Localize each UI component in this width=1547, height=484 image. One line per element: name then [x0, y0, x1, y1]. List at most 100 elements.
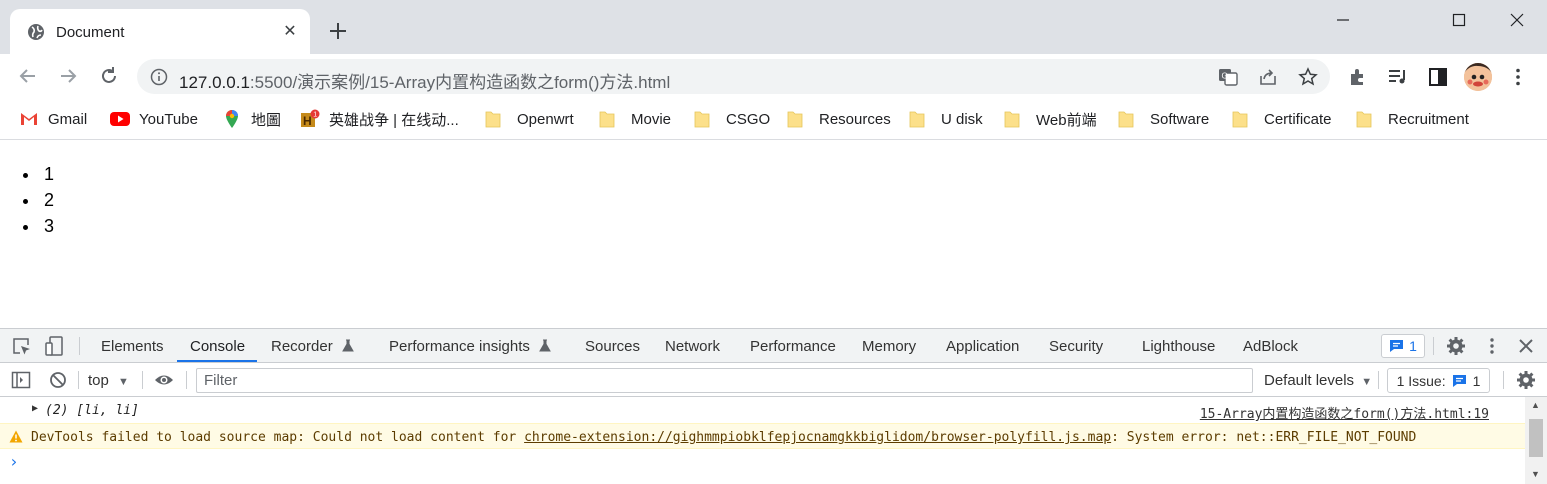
- bookmark-folder-movie[interactable]: Movie: [599, 107, 671, 131]
- bookmark-folder-certificate[interactable]: Certificate: [1232, 107, 1332, 131]
- folder-icon: [1232, 111, 1248, 128]
- bookmark-folder-csgo[interactable]: CSGO: [694, 107, 770, 131]
- tab-sources[interactable]: Sources: [585, 338, 640, 355]
- browser-toolbar: 127.0.0.1:5500/演示案例/15-Array内置构造函数之form(…: [0, 54, 1547, 100]
- share-icon[interactable]: [1258, 67, 1278, 87]
- tab-elements[interactable]: Elements: [101, 338, 164, 355]
- bookmark-label: Resources: [819, 110, 891, 128]
- close-devtools-icon[interactable]: [1516, 336, 1536, 356]
- separator: [142, 371, 143, 389]
- warning-link[interactable]: chrome-extension://gighmmpiobklfepjocnam…: [524, 430, 1111, 445]
- maximize-icon[interactable]: [1444, 8, 1474, 32]
- bookmark-gmail[interactable]: Gmail: [19, 107, 87, 131]
- tab-console[interactable]: Console: [190, 338, 245, 355]
- tab-performance-insights[interactable]: Performance insights: [389, 338, 551, 355]
- browser-tab[interactable]: Document ✕: [10, 9, 310, 54]
- separator: [78, 371, 79, 389]
- bookmark-maps[interactable]: 地圖: [222, 107, 281, 131]
- address-bar[interactable]: 127.0.0.1:5500/演示案例/15-Array内置构造函数之form(…: [137, 59, 1330, 94]
- issues-count: 1: [1409, 338, 1417, 354]
- avatar-icon: [1464, 63, 1492, 91]
- tab-performance[interactable]: Performance: [750, 338, 836, 355]
- bookmark-youtube[interactable]: YouTube: [110, 107, 198, 131]
- gmail-icon: [21, 113, 37, 125]
- tab-recorder[interactable]: Recorder: [271, 338, 354, 355]
- console-scrollbar[interactable]: ▲ ▼: [1525, 397, 1547, 484]
- game-icon: H 1: [301, 109, 320, 128]
- eye-icon[interactable]: [154, 370, 174, 390]
- globe-icon: [28, 24, 44, 40]
- bookmark-label: YouTube: [139, 110, 198, 128]
- console-output: ▶ (2) [li, li] 15-Array内置构造函数之form()方法.h…: [0, 397, 1525, 484]
- scroll-thumb[interactable]: [1529, 419, 1543, 457]
- clear-console-icon[interactable]: [48, 370, 68, 390]
- bookmark-folder-resources[interactable]: Resources: [787, 107, 891, 131]
- url-host: 127.0.0.1: [179, 73, 250, 92]
- extensions-icon[interactable]: [1347, 66, 1369, 88]
- scroll-up-icon[interactable]: ▲: [1531, 400, 1540, 410]
- separator: [186, 371, 187, 389]
- forward-icon[interactable]: [57, 65, 79, 87]
- bookmark-folder-software[interactable]: Software: [1118, 107, 1209, 131]
- tab-application[interactable]: Application: [946, 338, 1019, 355]
- close-window-icon[interactable]: [1502, 8, 1532, 32]
- log-levels-dropdown[interactable]: Default levels ▼: [1264, 372, 1372, 389]
- bookmark-folder-recruitment[interactable]: Recruitment: [1356, 107, 1469, 131]
- tab-network[interactable]: Network: [665, 338, 720, 355]
- more-options-icon[interactable]: [1482, 336, 1502, 356]
- profile-avatar[interactable]: [1464, 63, 1492, 91]
- settings-gear-icon[interactable]: [1446, 336, 1466, 356]
- console-toolbar: top ▼ Default levels ▼ 1 Issue: 1: [0, 363, 1547, 397]
- tab-security[interactable]: Security: [1049, 338, 1103, 355]
- folder-icon: [1356, 111, 1372, 128]
- translate-icon[interactable]: G: [1218, 67, 1238, 87]
- device-toolbar-icon[interactable]: [45, 336, 65, 356]
- filter-input[interactable]: [197, 369, 1252, 392]
- back-icon[interactable]: [17, 65, 39, 87]
- expand-triangle-icon[interactable]: ▶: [32, 403, 38, 414]
- tab-close-icon[interactable]: ✕: [280, 22, 300, 42]
- inspect-element-icon[interactable]: [12, 337, 32, 357]
- side-panel-icon[interactable]: [1427, 66, 1449, 88]
- reload-icon[interactable]: [98, 65, 120, 87]
- bookmark-game[interactable]: H 1 英雄战争 | 在线动...: [300, 107, 459, 131]
- scroll-down-icon[interactable]: ▼: [1531, 469, 1540, 479]
- filter-input-box[interactable]: [196, 368, 1253, 393]
- new-tab-icon[interactable]: [326, 19, 350, 43]
- console-settings-icon[interactable]: [1516, 370, 1536, 390]
- chevron-down-icon: ▼: [1361, 376, 1373, 388]
- context-selector[interactable]: top ▼: [88, 372, 129, 389]
- console-log-row[interactable]: ▶ (2) [li, li] 15-Array内置构造函数之form()方法.h…: [0, 397, 1525, 423]
- flask-icon: [342, 339, 354, 352]
- bookmark-label: 地圖: [251, 111, 282, 129]
- issues-button[interactable]: 1 Issue: 1: [1387, 368, 1490, 393]
- message-icon: [1390, 340, 1404, 352]
- tab-lighthouse[interactable]: Lighthouse: [1142, 338, 1215, 355]
- bookmark-label: Gmail: [48, 110, 88, 128]
- warning-prefix: DevTools failed to load source map: Coul…: [31, 430, 525, 445]
- tab-memory[interactable]: Memory: [862, 338, 916, 355]
- url-text[interactable]: 127.0.0.1:5500/演示案例/15-Array内置构造函数之form(…: [179, 68, 670, 93]
- bookmark-star-icon[interactable]: [1298, 67, 1318, 87]
- folder-icon: [1118, 111, 1134, 128]
- bookmark-label: Certificate: [1264, 110, 1332, 128]
- media-queue-icon[interactable]: [1387, 66, 1409, 88]
- bookmark-folder-web[interactable]: Web前端: [1004, 107, 1097, 131]
- tab-adblock[interactable]: AdBlock: [1243, 338, 1298, 355]
- maps-icon: [226, 110, 238, 128]
- info-icon[interactable]: [150, 68, 168, 86]
- issues-badge[interactable]: 1: [1381, 334, 1425, 358]
- log-source-link[interactable]: 15-Array内置构造函数之form()方法.html:19: [1200, 403, 1489, 422]
- flask-icon: [539, 339, 551, 352]
- folder-icon: [694, 111, 710, 128]
- warning-message: DevTools failed to load source map: Coul…: [31, 430, 1416, 445]
- console-prompt[interactable]: ›: [9, 452, 19, 471]
- sidebar-toggle-icon[interactable]: [11, 370, 31, 390]
- minimize-icon[interactable]: [1328, 8, 1358, 32]
- bookmark-label: CSGO: [726, 110, 771, 128]
- list-item: 3: [40, 213, 54, 239]
- bookmark-label: Software: [1150, 110, 1210, 128]
- bookmark-folder-udisk[interactable]: U disk: [909, 107, 983, 131]
- bookmark-folder-openwrt[interactable]: Openwrt: [485, 107, 574, 131]
- menu-dots-icon[interactable]: [1507, 66, 1529, 88]
